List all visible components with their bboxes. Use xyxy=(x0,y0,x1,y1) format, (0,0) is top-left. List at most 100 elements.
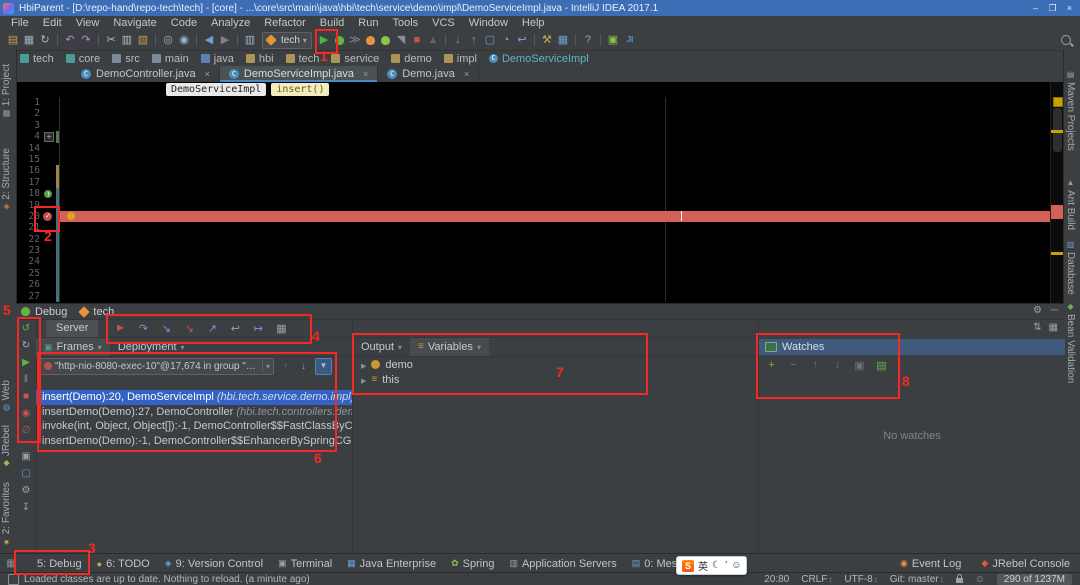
separator[interactable] xyxy=(534,34,535,46)
line-number[interactable]: 22 xyxy=(16,234,40,245)
breadcrumb-item[interactable]: hbi xyxy=(246,53,274,65)
toolwindow-button[interactable]: ▲ Ant Build xyxy=(1065,178,1076,230)
duplicate-watch-icon[interactable]: ▣ xyxy=(853,359,866,372)
ime-indicator[interactable]: S xyxy=(682,560,694,572)
code-line[interactable]: 19 xyxy=(16,200,1050,211)
menu-item[interactable]: Analyze xyxy=(204,17,257,29)
separator[interactable] xyxy=(196,34,197,46)
code-line[interactable]: 20 System.out.println("-----------------… xyxy=(16,211,1050,222)
menu-item[interactable]: Build xyxy=(313,17,351,29)
gutter-icon[interactable] xyxy=(40,268,56,279)
run-to-cursor-icon[interactable]: ↦ xyxy=(250,322,266,335)
menu-item[interactable]: Window xyxy=(462,17,515,29)
code-line[interactable]: 22 // 封装返回结果 xyxy=(16,234,1050,245)
stop-icon[interactable]: ■ xyxy=(410,32,424,48)
line-number[interactable]: 27 xyxy=(16,291,40,302)
debug-icon[interactable] xyxy=(335,36,344,45)
pause-icon[interactable]: ‖ xyxy=(18,371,34,388)
toolwindow-button[interactable]: ● 6: TODO xyxy=(97,558,150,570)
line-number[interactable]: 15 xyxy=(16,154,40,165)
debug-settings-gear-icon[interactable]: ⚙ xyxy=(1033,305,1042,316)
frames-tab[interactable]: ▣ Frames xyxy=(36,338,110,356)
force-step-into-icon[interactable]: ↘ xyxy=(181,322,197,335)
vcs-commit-icon[interactable]: ↑ xyxy=(467,32,481,48)
code-line[interactable]: 21 xyxy=(16,222,1050,233)
separator[interactable] xyxy=(155,34,156,46)
cut-icon[interactable]: ✂ xyxy=(104,32,118,48)
search-everywhere-icon[interactable] xyxy=(1061,35,1071,45)
toolwindow-button[interactable]: ▥ Database xyxy=(1065,240,1076,295)
code-line[interactable]: 24 xyxy=(16,256,1050,267)
close-button[interactable]: × xyxy=(1061,3,1078,14)
breadcrumb-item[interactable]: impl xyxy=(444,53,477,65)
add-watch-icon[interactable]: + xyxy=(765,359,778,371)
stack-frame-row[interactable]: insertDemo(Demo):27, DemoController (hbi… xyxy=(36,405,352,420)
find-icon[interactable]: ◎ xyxy=(161,32,175,48)
step-over-icon[interactable]: ↷ xyxy=(135,322,151,335)
next-frame-icon[interactable]: ↓ xyxy=(297,361,310,372)
ide-fatal-errors-icon[interactable]: ☺ xyxy=(975,574,985,585)
menu-item[interactable]: Run xyxy=(351,17,385,29)
toolwindow-button[interactable]: 5: Debug xyxy=(33,558,82,570)
profiler-icon[interactable]: ▲ xyxy=(426,32,440,48)
line-number[interactable]: 1 xyxy=(16,97,40,108)
line-number[interactable]: 16 xyxy=(16,165,40,176)
separator[interactable] xyxy=(98,34,99,46)
toolwindow-button[interactable]: ◆ JRebel Console xyxy=(981,558,1070,570)
separator[interactable] xyxy=(600,34,601,46)
toolwindow-button[interactable]: ★ 2: Favorites xyxy=(1,482,12,546)
ime-indicator[interactable]: ☺ xyxy=(731,560,741,571)
toolwindow-button[interactable]: ◈ 9: Version Control xyxy=(165,558,263,570)
expand-icon[interactable] xyxy=(361,374,366,386)
deployment-tab[interactable]: Deployment xyxy=(110,338,193,356)
redo-icon[interactable]: ↷ xyxy=(79,32,93,48)
ime-indicator[interactable]: 英 xyxy=(698,558,708,573)
separator[interactable] xyxy=(57,34,58,46)
separator[interactable] xyxy=(575,34,576,46)
code-line[interactable]: 16 public class DemoServiceImpl extends … xyxy=(16,165,1050,176)
breadcrumb-item[interactable]: tech xyxy=(286,53,320,65)
menu-item[interactable]: Help xyxy=(515,17,552,29)
paste-icon[interactable]: ▧ xyxy=(136,32,150,48)
gutter-icon[interactable] xyxy=(40,165,56,176)
line-number[interactable]: 19 xyxy=(16,200,40,211)
editor-tab[interactable]: C DemoController.java × xyxy=(72,66,220,82)
menu-item[interactable]: Navigate xyxy=(106,17,163,29)
separator[interactable] xyxy=(445,34,446,46)
gutter-icon[interactable] xyxy=(40,234,56,245)
memory-indicator[interactable]: 290 of 1237M xyxy=(997,574,1072,585)
variable-row[interactable]: ≡ this xyxy=(353,372,759,387)
breadcrumb-item[interactable]: demo xyxy=(391,53,432,65)
undo-icon[interactable]: ↶ xyxy=(63,32,77,48)
vcs-history-icon[interactable]: ◔ xyxy=(499,32,513,48)
gutter-icon[interactable] xyxy=(40,143,56,154)
menu-item[interactable]: View xyxy=(69,17,107,29)
thread-dump-icon[interactable]: ▣ xyxy=(18,448,34,465)
vcs-shelve-icon[interactable]: ▢ xyxy=(483,32,497,48)
stack-frame-row[interactable]: invoke(int, Object, Object[]):-1, DemoCo… xyxy=(36,419,352,434)
toolwindow-button[interactable]: ▣ Terminal xyxy=(278,558,332,570)
step-out-icon[interactable]: ↗ xyxy=(204,322,220,335)
open-icon[interactable]: ▤ xyxy=(6,32,20,48)
gutter-icon[interactable] xyxy=(40,154,56,165)
evaluate-expression-icon[interactable]: ▦ xyxy=(273,322,289,335)
menu-item[interactable]: VCS xyxy=(425,17,462,29)
toolwindow-button[interactable]: ◍ Web xyxy=(1,380,12,412)
vcs-branch-widget[interactable]: Git: master xyxy=(890,574,944,585)
gutter-icon[interactable] xyxy=(40,279,56,290)
thread-selector[interactable]: "http-nio-8080-exec-10"@17,674 in group … xyxy=(40,358,274,375)
toolwindow-button[interactable]: ◈ 2: Structure xyxy=(1,148,12,212)
breadcrumb-item[interactable]: service xyxy=(331,53,379,65)
breadcrumb-item[interactable]: core xyxy=(66,53,100,65)
gutter-icon[interactable] xyxy=(40,97,56,108)
line-number[interactable]: 3 xyxy=(16,120,40,131)
line-number[interactable]: 2 xyxy=(16,108,40,119)
hide-window-icon[interactable]: ─ xyxy=(1051,305,1058,316)
toolwindow-button[interactable]: ▤ Maven Projects xyxy=(1065,70,1076,151)
previous-frame-icon[interactable]: ↑ xyxy=(279,361,292,372)
line-number[interactable]: 25 xyxy=(16,268,40,279)
gutter-icon[interactable] xyxy=(40,108,56,119)
code-line[interactable]: 14 xyxy=(16,143,1050,154)
idea-plugin-icon[interactable]: JI xyxy=(622,32,638,48)
debug-tab-label[interactable]: Debug xyxy=(35,306,67,318)
